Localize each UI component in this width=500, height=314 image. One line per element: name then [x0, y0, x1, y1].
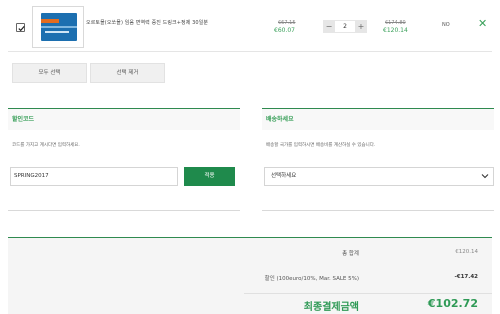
order-summary: 총 합계 €120.14 할인 (100euro/10%, Mar. SALE … [8, 237, 492, 314]
discount-value: -€17.42 [454, 274, 478, 280]
apply-coupon-button[interactable]: 적용 [184, 167, 235, 186]
coupon-code-input[interactable]: SPRING2017 [10, 167, 178, 186]
chevron-down-icon [481, 174, 489, 179]
check-icon [18, 26, 25, 32]
summary-divider [244, 293, 492, 294]
item-checkbox[interactable] [16, 23, 25, 32]
product-image [41, 13, 77, 41]
discount-label: 할인 (100euro/10%, Mar. SALE 5%) [264, 276, 359, 282]
line-total-original: €174.80 [385, 20, 406, 26]
quantity-input[interactable]: 2 [335, 20, 355, 33]
quantity-decrease-button[interactable]: − [323, 20, 335, 33]
coupon-divider [8, 210, 240, 211]
total-label: 총 합계 [342, 251, 359, 257]
product-name[interactable]: 오르토몰(오쏘몰) 임움 면역력 증진 드링크+정제 30일분 [86, 19, 208, 26]
quantity-stepper: − 2 + [323, 20, 367, 33]
shipping-description: 배송할 국가를 입력하시면 배송비를 계산하실 수 있습니다. [266, 143, 376, 148]
line-total-sale: €120.14 [383, 27, 408, 34]
final-amount-label: 최종결제금액 [303, 302, 359, 313]
unit-price-sale: €60.07 [274, 27, 295, 34]
shipping-title: 배송하세요 [262, 108, 494, 130]
shipping-country-select[interactable]: 선택하세요 [264, 167, 494, 186]
coupon-description: 코드를 가지고 계시다면 입력하세요. [12, 143, 80, 148]
unit-price-original: €67.15 [278, 20, 296, 26]
shipping-divider [262, 210, 494, 211]
cart-item-row: 오르토몰(오쏘몰) 임움 면역력 증진 드링크+정제 30일분 €67.15 €… [8, 0, 492, 52]
total-value: €120.14 [455, 249, 478, 255]
product-thumbnail[interactable] [32, 6, 84, 48]
remove-selected-button[interactable]: 선택 제거 [90, 63, 165, 83]
quantity-increase-button[interactable]: + [355, 20, 367, 33]
delivery-status: NO [442, 22, 450, 28]
coupon-title: 할인코드 [8, 108, 240, 130]
shipping-select-value: 선택하세요 [271, 173, 297, 179]
remove-item-icon[interactable]: ✕ [478, 17, 487, 31]
final-amount-value: €102.72 [427, 297, 478, 310]
select-all-button[interactable]: 모두 선택 [12, 63, 87, 83]
